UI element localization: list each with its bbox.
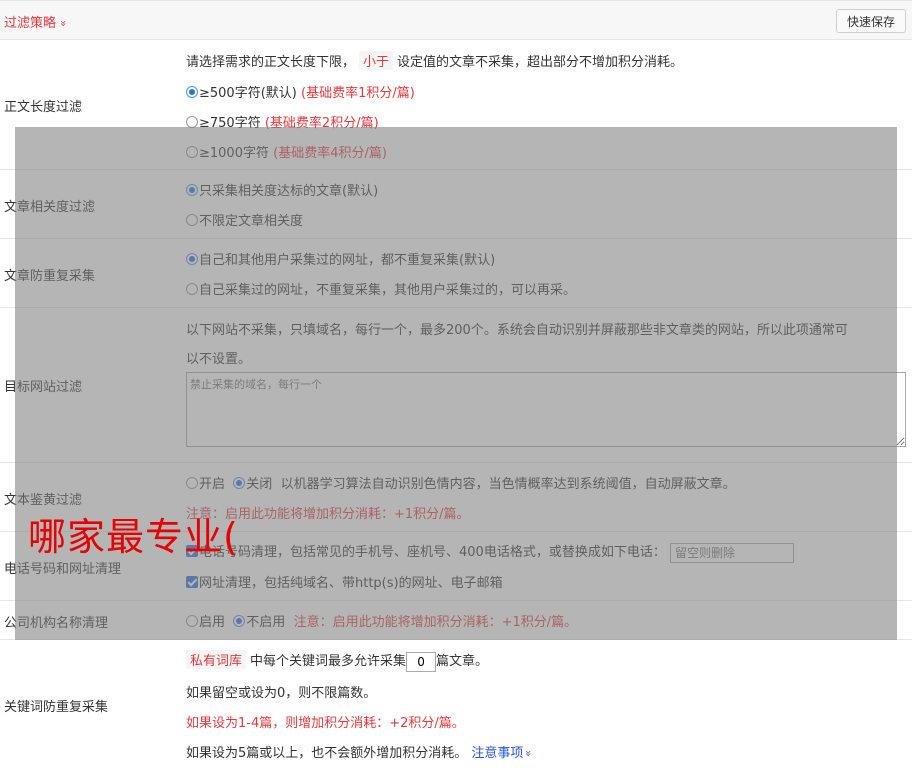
row-label: 正文长度过滤 [4, 100, 83, 115]
chevron-down-icon: » [522, 750, 536, 757]
chevron-down-icon: » [56, 20, 70, 27]
radio-unchecked[interactable] [186, 116, 198, 128]
company-off-label[interactable]: 不启用 [246, 615, 285, 630]
length-desc: 请选择需求的正文长度下限， 小于 设定值的文章不采集，超出部分不增加积分消耗。 [186, 51, 683, 70]
radio-checked[interactable] [233, 615, 246, 627]
row-relevance: 文章相关度过滤 只采集相关度达标的文章(默认) 不限定文章相关度 [0, 170, 912, 239]
porn-on-label[interactable]: 开启 [199, 477, 225, 492]
private-lexicon-tag[interactable]: 私有词库 [186, 650, 247, 669]
radio-unchecked[interactable] [186, 146, 198, 158]
phone-option-1[interactable]: 电话号码清理，包括常见的手机号、座机号、400电话格式，或替换成如下电话： [186, 541, 794, 563]
row-company-cleanup: 公司机构名称清理 启用 不启用 注意：启用此功能将增加积分消耗：+1积分/篇。 [0, 601, 912, 640]
section-header: 过滤策略» 快速保存 [0, 0, 912, 40]
replace-phone-input[interactable] [669, 542, 794, 563]
relevance-option-1[interactable]: 只采集相关度达标的文章(默认) [186, 180, 378, 199]
row-dedup: 文章防重复采集 自己和其他用户采集过的网址，都不重复采集(默认) 自己采集过的网… [0, 239, 912, 308]
porn-options: 开启 关闭 以机器学习算法自动识别色情内容，当色情概率达到系统阈值，自动屏蔽文章… [186, 473, 736, 492]
keyword-line4: 如果设为5篇或以上，也不会额外增加积分消耗。 注意事项» [186, 746, 536, 761]
notes-link[interactable]: 注意事项» [471, 746, 536, 761]
company-options: 启用 不启用 注意：启用此功能将增加积分消耗：+1积分/篇。 [186, 611, 577, 630]
radio-checked[interactable] [233, 477, 246, 489]
site-desc-line2: 以不设置。 [186, 352, 252, 367]
company-on-label[interactable]: 启用 [199, 615, 225, 630]
radio-checked[interactable] [186, 184, 198, 196]
quick-save-button[interactable]: 快速保存 [836, 9, 906, 33]
site-desc-line1: 以下网站不采集，只填域名，每行一个，最多200个。系统会自动识别并屏蔽那些非文章… [186, 323, 848, 338]
porn-desc: 以机器学习算法自动识别色情内容，当色情概率达到系统阈值，自动屏蔽文章。 [280, 477, 736, 492]
max-articles-input[interactable] [406, 651, 437, 672]
radio-unchecked[interactable] [186, 615, 198, 627]
watermark-text: 哪家最专业( [28, 515, 239, 559]
length-option-500[interactable]: ≥500字符(默认) (基础费率1积分/篇) [186, 82, 415, 101]
row-label: 目标网站过滤 [4, 380, 83, 395]
radio-unchecked[interactable] [186, 477, 198, 489]
row-label: 关键词防重复采集 [4, 700, 109, 715]
section-title[interactable]: 过滤策略» [4, 12, 70, 31]
keyword-line3: 如果设为1-4篇，则增加积分消耗：+2积分/篇。 [186, 716, 465, 731]
checkbox-checked[interactable] [186, 576, 198, 588]
row-length-filter: 正文长度过滤 请选择需求的正文长度下限， 小于 设定值的文章不采集，超出部分不增加积… [0, 40, 912, 170]
phone-option-2[interactable]: 网址清理，包括纯域名、带http(s)的网址、电子邮箱 [186, 572, 503, 591]
blocked-domains-textarea[interactable] [186, 372, 906, 447]
dedup-option-1[interactable]: 自己和其他用户采集过的网址，都不重复采集(默认) [186, 249, 495, 268]
dedup-option-2[interactable]: 自己采集过的网址，不重复采集，其他用户采集过的，可以再采。 [186, 279, 576, 298]
row-label: 文章相关度过滤 [4, 200, 96, 215]
radio-unchecked[interactable] [186, 283, 198, 295]
keyword-line2: 如果留空或设为0，则不限篇数。 [186, 686, 377, 701]
length-option-1000[interactable]: ≥1000字符 (基础费率4积分/篇) [186, 142, 387, 161]
radio-checked[interactable] [186, 86, 198, 98]
keyword-line1: 私有词库中每个关键词最多允许采集篇文章。 [186, 650, 488, 672]
company-note: 注意：启用此功能将增加积分消耗：+1积分/篇。 [293, 615, 578, 630]
row-keyword-dedup: 关键词防重复采集 私有词库中每个关键词最多允许采集篇文章。 如果留空或设为0，则… [0, 640, 912, 768]
radio-checked[interactable] [186, 253, 198, 265]
length-option-750[interactable]: ≥750字符 (基础费率2积分/篇) [186, 112, 379, 131]
relevance-option-2[interactable]: 不限定文章相关度 [186, 210, 303, 229]
porn-off-label[interactable]: 关闭 [246, 477, 272, 492]
less-than-tag: 小于 [359, 51, 394, 70]
radio-unchecked[interactable] [186, 214, 198, 226]
row-label: 文章防重复采集 [4, 269, 96, 284]
row-label: 公司机构名称清理 [4, 616, 109, 631]
